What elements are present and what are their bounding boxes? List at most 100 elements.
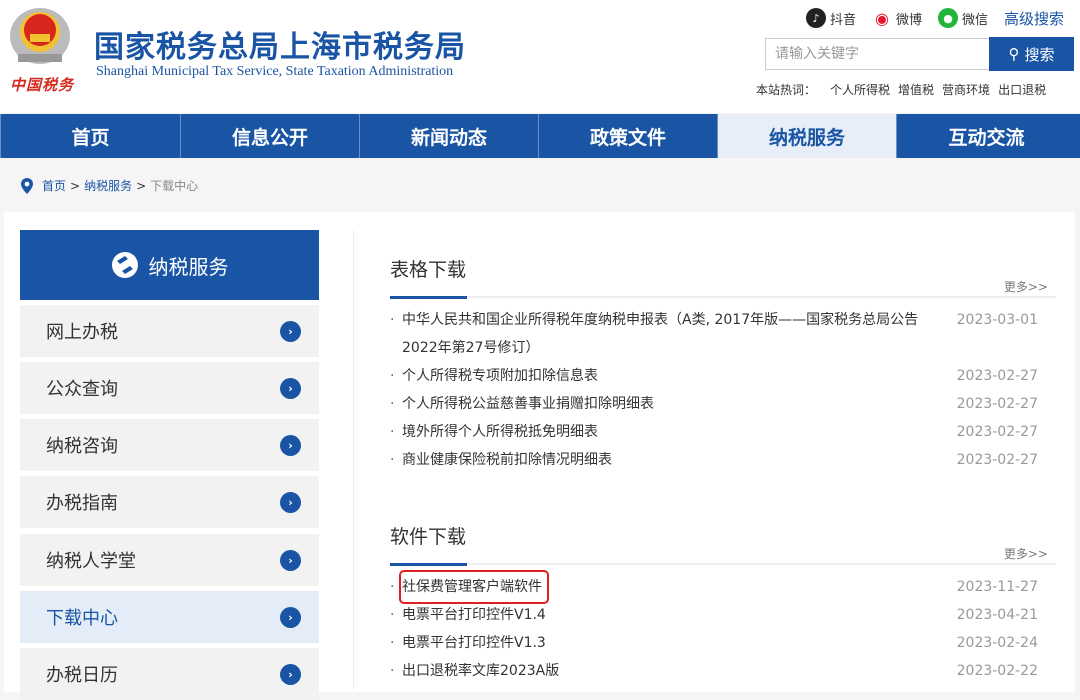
nav-policy[interactable]: 政策文件	[539, 114, 718, 158]
item-title[interactable]: 境外所得个人所得税抵免明细表	[390, 418, 945, 446]
weibo-link[interactable]: ◉ 微博	[872, 8, 922, 28]
sidebar-item-label: 网上办税	[46, 322, 118, 343]
chevron-right-icon: ›	[280, 606, 301, 628]
item-date: 2023-02-27	[956, 424, 1038, 440]
search-icon: ⚲	[1008, 45, 1020, 63]
national-emblem-logo	[10, 8, 70, 64]
search-input[interactable]: 请输入关键字	[765, 38, 990, 70]
list-item[interactable]: 个人所得税公益慈善事业捐赠扣除明细表 2023-02-27	[390, 390, 1056, 418]
douyin-icon: ♪	[806, 8, 826, 28]
software-download-section: 软件下载 更多>> 社保费管理客户端软件 2023-11-27 电票平台打印控件V…	[390, 519, 1056, 685]
search-button[interactable]: ⚲ 搜索	[989, 37, 1074, 71]
site-title: 国家税务总局上海市税务局	[94, 30, 466, 65]
main-nav: 首页 信息公开 新闻动态 政策文件 纳税服务 互动交流	[0, 114, 1080, 158]
breadcrumb: 首页 > 纳税服务 > 下载中心	[20, 177, 198, 194]
section-underline	[390, 563, 1056, 566]
section-underline	[390, 296, 1056, 299]
item-title[interactable]: 商业健康保险税前扣除情况明细表	[390, 446, 945, 474]
breadcrumb-tax-service[interactable]: 纳税服务	[84, 177, 132, 194]
item-title[interactable]: 出口退税率文库2023A版	[390, 657, 945, 685]
list-item-highlighted[interactable]: 社保费管理客户端软件 2023-11-27	[390, 570, 1056, 604]
nav-info-disclosure[interactable]: 信息公开	[181, 114, 360, 158]
item-title[interactable]: 电票平台打印控件V1.3	[390, 629, 945, 657]
hot-word[interactable]: 出口退税	[998, 81, 1046, 98]
list-item[interactable]: 中华人民共和国企业所得税年度纳税申报表（A类, 2017年版——国家税务总局公告…	[390, 306, 1056, 362]
wechat-label: 微信	[962, 12, 989, 28]
item-title[interactable]: 个人所得税专项附加扣除信息表	[390, 362, 945, 390]
list-item[interactable]: 境外所得个人所得税抵免明细表 2023-02-27	[390, 418, 1056, 446]
sidebar-item-calendar[interactable]: 办税日历 ›	[20, 648, 319, 700]
section-title: 表格下载	[390, 259, 467, 281]
wechat-icon: ●	[938, 8, 958, 28]
hot-word[interactable]: 增值税	[898, 81, 934, 98]
item-date: 2023-02-27	[956, 368, 1038, 384]
hot-words-label: 本站热词：	[756, 83, 817, 97]
forms-download-section: 表格下载 更多>> 中华人民共和国企业所得税年度纳税申报表（A类, 2017年版…	[390, 252, 1056, 474]
item-date: 2023-02-27	[956, 396, 1038, 412]
list-item[interactable]: 出口退税率文库2023A版 2023-02-22	[390, 657, 1056, 685]
sidebar-item-label: 办税日历	[46, 665, 118, 686]
douyin-link[interactable]: ♪ 抖音	[806, 8, 856, 28]
chevron-right-icon: ›	[280, 377, 301, 399]
column-divider	[353, 230, 354, 690]
chevron-right-icon: ›	[280, 491, 301, 513]
more-link[interactable]: 更多>>	[1004, 545, 1048, 562]
nav-tax-service[interactable]: 纳税服务	[718, 114, 897, 158]
list-item[interactable]: 商业健康保险税前扣除情况明细表 2023-02-27	[390, 446, 1056, 474]
item-title[interactable]: 个人所得税公益慈善事业捐赠扣除明细表	[390, 390, 945, 418]
list-item[interactable]: 电票平台打印控件V1.4 2023-04-21	[390, 601, 1056, 629]
sidebar-item-label: 纳税人学堂	[46, 551, 136, 572]
advanced-search-link[interactable]: 高级搜索	[1004, 8, 1064, 29]
section-title: 软件下载	[390, 526, 467, 548]
nav-interaction[interactable]: 互动交流	[897, 114, 1076, 158]
sidebar-item-download-center[interactable]: 下载中心 ›	[20, 591, 319, 643]
weibo-label: 微博	[896, 12, 923, 28]
sidebar-item-label: 公众查询	[46, 379, 118, 400]
sidebar-item-label: 办税指南	[46, 493, 118, 514]
tax-service-icon	[111, 252, 138, 278]
search-button-label: 搜索	[1024, 45, 1055, 64]
chevron-right-icon: ›	[280, 434, 301, 456]
breadcrumb-home[interactable]: 首页	[42, 177, 66, 194]
hot-words: 本站热词： 个人所得税 增值税 营商环境 出口退税	[756, 81, 1046, 98]
hot-word[interactable]: 营商环境	[942, 81, 990, 98]
hot-word[interactable]: 个人所得税	[830, 81, 890, 98]
more-link[interactable]: 更多>>	[1004, 278, 1048, 295]
sidebar-item-consulting[interactable]: 纳税咨询 ›	[20, 419, 319, 471]
item-date: 2023-03-01	[956, 312, 1038, 328]
nav-news[interactable]: 新闻动态	[360, 114, 539, 158]
item-title-wrap: 社保费管理客户端软件	[390, 570, 945, 604]
location-pin-icon	[21, 177, 33, 194]
item-date: 2023-04-21	[956, 607, 1038, 623]
item-date: 2023-11-27	[956, 579, 1038, 595]
sidebar-item-label: 下载中心	[46, 608, 118, 629]
sidebar-item-public-query[interactable]: 公众查询 ›	[20, 362, 319, 414]
nav-home[interactable]: 首页	[0, 114, 181, 158]
item-date: 2023-02-27	[956, 452, 1038, 468]
wechat-link[interactable]: ● 微信	[938, 8, 988, 28]
emblem-caption: 中国税务	[10, 76, 75, 94]
site-subtitle: Shanghai Municipal Tax Service, State Ta…	[96, 64, 454, 79]
item-title[interactable]: 电票平台打印控件V1.4	[390, 601, 945, 629]
item-title[interactable]: 社保费管理客户端软件	[399, 570, 549, 604]
chevron-right-icon: ›	[280, 320, 301, 342]
list-item[interactable]: 电票平台打印控件V1.3 2023-02-24	[390, 629, 1056, 657]
breadcrumb-separator: >	[136, 178, 147, 193]
chevron-right-icon: ›	[280, 549, 301, 571]
breadcrumb-separator: >	[70, 178, 81, 193]
sidebar-title: 纳税服务	[148, 254, 229, 279]
site-header: 中国税务 国家税务总局上海市税务局 Shanghai Municipal Tax…	[0, 0, 1080, 113]
douyin-label: 抖音	[830, 12, 857, 28]
item-date: 2023-02-22	[956, 663, 1038, 679]
chevron-right-icon: ›	[280, 663, 301, 685]
item-date: 2023-02-24	[956, 635, 1038, 651]
sidebar-item-guide[interactable]: 办税指南 ›	[20, 476, 319, 528]
sidebar-header: 纳税服务	[20, 230, 319, 300]
weibo-icon: ◉	[872, 8, 892, 28]
item-title[interactable]: 中华人民共和国企业所得税年度纳税申报表（A类, 2017年版——国家税务总局公告…	[390, 306, 945, 362]
list-item[interactable]: 个人所得税专项附加扣除信息表 2023-02-27	[390, 362, 1056, 390]
sidebar-item-school[interactable]: 纳税人学堂 ›	[20, 534, 319, 586]
sidebar-item-online-tax[interactable]: 网上办税 ›	[20, 305, 319, 357]
breadcrumb-current: 下载中心	[150, 179, 199, 193]
sidebar-item-label: 纳税咨询	[46, 436, 118, 457]
